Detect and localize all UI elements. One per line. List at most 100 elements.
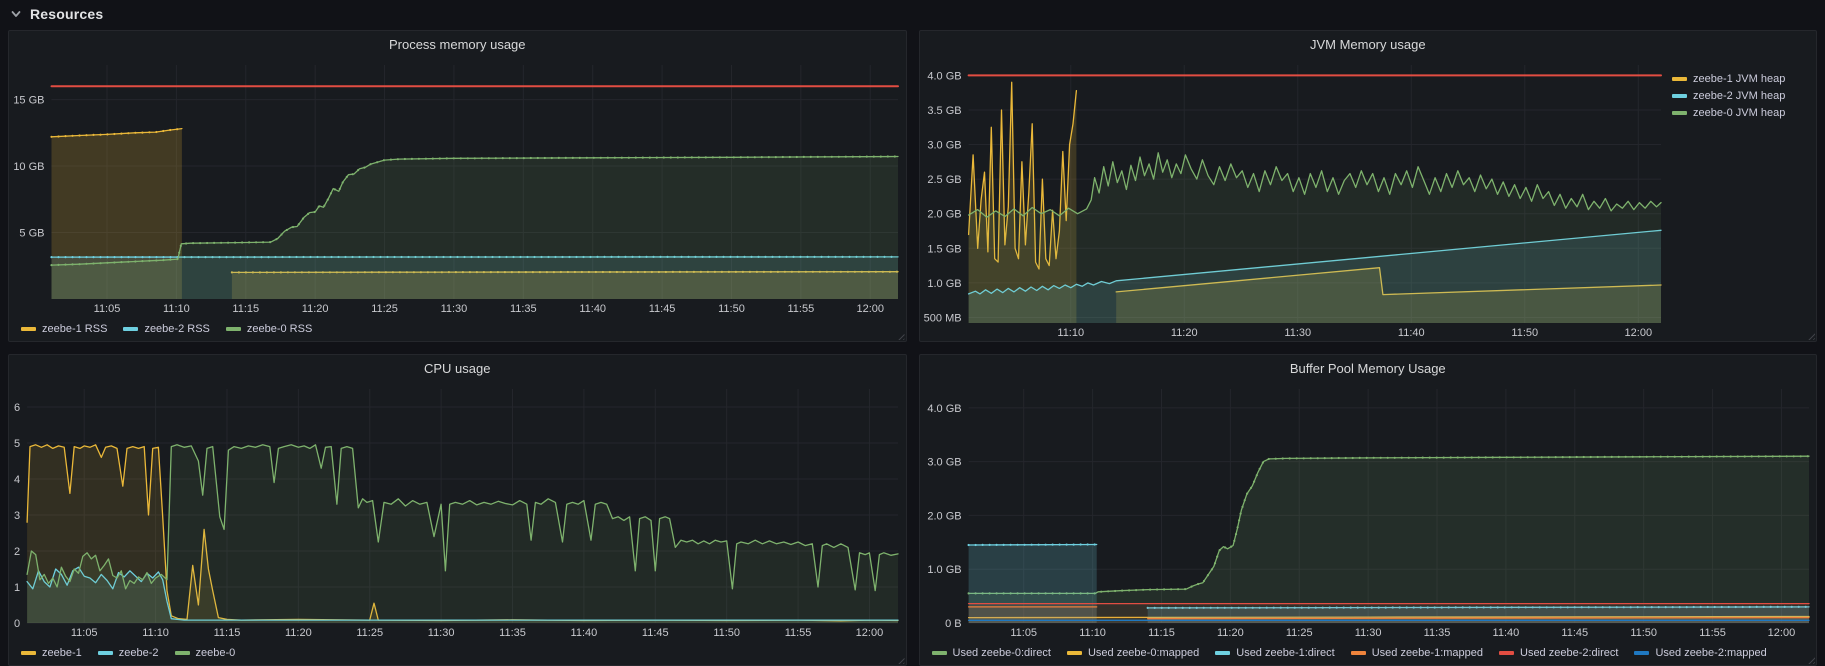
y-tick-label: 1.0 GB (927, 564, 961, 576)
legend-label: zeebe-1 JVM heap (1693, 73, 1786, 85)
series-point-zeebe-2-rss (134, 256, 137, 259)
series-point-used-zeebe-1-direct (1009, 543, 1012, 546)
series-point-used-zeebe-0-direct (1421, 456, 1424, 459)
series-point-zeebe-0-rss (634, 156, 637, 159)
legend-item-used-zeebe-1-mapped[interactable]: Used zeebe-1:mapped (1350, 647, 1483, 659)
legend-cpu-usage: zeebe-1 zeebe-2 zeebe-0 (9, 641, 906, 665)
series-point-used-zeebe-0-direct (1323, 457, 1326, 460)
series-point-used-zeebe-0-direct (1379, 456, 1382, 459)
legend-item-zeebe-2-jvm-heap[interactable]: zeebe-2 JVM heap (1672, 90, 1810, 102)
series-point-zeebe-0-rss (536, 156, 539, 160)
series-point-zeebe-0-rss (697, 156, 700, 159)
series-point-zeebe-0-rss (389, 158, 392, 161)
series-point-zeebe-0-rss (192, 242, 195, 245)
panel-cpu-usage: CPU usage 11:05 11:10 11:15 11:20 11:25 11:30… (8, 354, 907, 666)
legend-item-zeebe-2[interactable]: zeebe-2 (97, 647, 159, 659)
series-point-used-zeebe-0-direct (1141, 588, 1144, 591)
series-point-zeebe-0-rss (879, 155, 882, 158)
series-point-used-zeebe-0-direct (1414, 456, 1417, 459)
legend-label: Used zeebe-1:mapped (1371, 647, 1483, 659)
series-point-used-zeebe-0-direct (1240, 505, 1244, 508)
series-point-used-zeebe-0-direct (1249, 486, 1252, 489)
series-point-used-zeebe-0-direct (1624, 455, 1627, 458)
series-point-used-zeebe-0-direct (1337, 456, 1340, 460)
series-point-zeebe-2-rss (113, 256, 116, 259)
series-point-zeebe-0-rss (641, 156, 644, 159)
legend-item-used-zeebe-0-mapped[interactable]: Used zeebe-0:mapped (1066, 647, 1199, 659)
series-point-used-zeebe-1-direct (1086, 543, 1089, 546)
series-point-used-zeebe-0-direct (1470, 456, 1473, 459)
legend-item-zeebe-0[interactable]: zeebe-0 (174, 647, 235, 659)
legend-item-zeebe-1-rss[interactable]: zeebe-1 RSS (21, 323, 107, 335)
series-point-used-zeebe-0-direct (1393, 456, 1396, 459)
series-point-used-zeebe-0-direct (1309, 457, 1312, 460)
x-tick-label: 11:50 (713, 627, 740, 639)
panel-header[interactable]: CPU usage (9, 355, 906, 381)
legend-item-used-zeebe-2-mapped[interactable]: Used zeebe-2:mapped (1634, 647, 1767, 659)
x-tick-label: 11:10 (163, 303, 190, 315)
legend-item-used-zeebe-1-direct[interactable]: Used zeebe-1:direct (1215, 647, 1335, 659)
legend-label: zeebe-0 RSS (246, 323, 313, 335)
series-point-zeebe-0-rss (487, 157, 490, 160)
legend-item-used-zeebe-0-direct[interactable]: Used zeebe-0:direct (931, 647, 1051, 659)
series-point-zeebe-1-rss (106, 133, 109, 136)
series-point-zeebe-0-rss (92, 262, 95, 265)
series-point-used-zeebe-0-direct (1764, 455, 1767, 458)
series-point-zeebe-0-rss (711, 156, 714, 159)
legend-item-zeebe-2-rss[interactable]: zeebe-2 RSS (123, 323, 210, 335)
x-tick-label: 11:10 (1057, 327, 1084, 339)
x-tick-label: 11:55 (785, 627, 812, 639)
y-tick-label: 3.0 GB (927, 457, 961, 469)
legend-swatch-used-zeebe-1-direct (1215, 651, 1231, 655)
series-point-zeebe-0-rss (369, 163, 372, 166)
series-point-zeebe-0-rss (774, 156, 777, 159)
series-point-used-zeebe-0-direct (1261, 461, 1264, 464)
x-tick-label: 11:40 (1397, 327, 1424, 339)
series-point-used-zeebe-0-direct (1491, 456, 1494, 459)
panel-header[interactable]: JVM Memory usage (920, 31, 1817, 57)
series-point-zeebe-0-rss (557, 156, 560, 159)
legend-swatch-used-zeebe-1-mapped (1350, 651, 1366, 655)
series-point-used-zeebe-0-direct (1223, 546, 1226, 549)
x-tick-label: 11:30 (428, 627, 455, 639)
series-point-zeebe-0-rss (725, 156, 728, 159)
series-point-used-zeebe-0-direct (1210, 568, 1213, 571)
legend-label: Used zeebe-1:direct (1236, 647, 1335, 659)
panel-header[interactable]: Buffer Pool Memory Usage (920, 355, 1817, 381)
series-point-used-zeebe-0-direct (1708, 455, 1711, 458)
series-point-used-zeebe-0-direct (1148, 588, 1151, 591)
legend-item-zeebe-0-rss[interactable]: zeebe-0 RSS (225, 323, 313, 335)
row-header-resources[interactable]: Resources (0, 0, 1825, 28)
panel-process-memory-usage: Process memory usage 11:05 11:10 11:15 11:2… (8, 30, 907, 342)
series-point-zeebe-0-rss (592, 156, 595, 159)
y-tick-label: 2.0 GB (927, 209, 961, 221)
series-point-used-zeebe-0-direct (1351, 456, 1354, 460)
series-point-used-zeebe-0-direct (1687, 455, 1690, 458)
panel-header[interactable]: Process memory usage (9, 31, 906, 57)
series-point-zeebe-0-rss (78, 263, 81, 266)
chart-canvas: 11:10 11:20 11:30 11:40 11:50 12:00 500 MB 1.0 … (923, 65, 1662, 339)
series-point-used-zeebe-0-direct (1435, 456, 1438, 459)
series-point-used-zeebe-1-direct (974, 543, 977, 547)
series-point-zeebe-0-rss (313, 210, 316, 214)
series-point-zeebe-1-rss (162, 129, 165, 133)
y-tick-label: 15 GB (13, 95, 44, 107)
legend-item-zeebe-1-jvm-heap[interactable]: zeebe-1 JVM heap (1672, 73, 1810, 85)
x-tick-label: 11:30 (1354, 627, 1381, 639)
legend-item-used-zeebe-2-direct[interactable]: Used zeebe-2:direct (1499, 647, 1618, 659)
series-point-zeebe-0-rss (865, 155, 868, 158)
series-point-zeebe-0-rss (57, 263, 60, 266)
series-point-used-zeebe-1-direct (1079, 543, 1082, 546)
series-point-zeebe-1-rss (155, 130, 158, 134)
legend-item-zeebe-0-jvm-heap[interactable]: zeebe-0 JVM heap (1672, 107, 1810, 119)
series-point-zeebe-0-rss (113, 261, 116, 264)
x-tick-label: 11:40 (571, 627, 598, 639)
series-point-used-zeebe-0-direct (1463, 456, 1466, 459)
series-point-used-zeebe-0-direct (1799, 455, 1802, 458)
series-point-zeebe-2-rss (106, 256, 109, 259)
series-point-used-zeebe-0-direct (1258, 467, 1261, 470)
chart-cpu-usage: 11:05 11:10 11:15 11:20 11:25 11:30 11:35 11:40… (9, 381, 906, 641)
series-point-used-zeebe-0-direct (1729, 455, 1732, 458)
series-point-used-zeebe-0-direct (1498, 456, 1501, 459)
legend-item-zeebe-1[interactable]: zeebe-1 (21, 647, 82, 659)
